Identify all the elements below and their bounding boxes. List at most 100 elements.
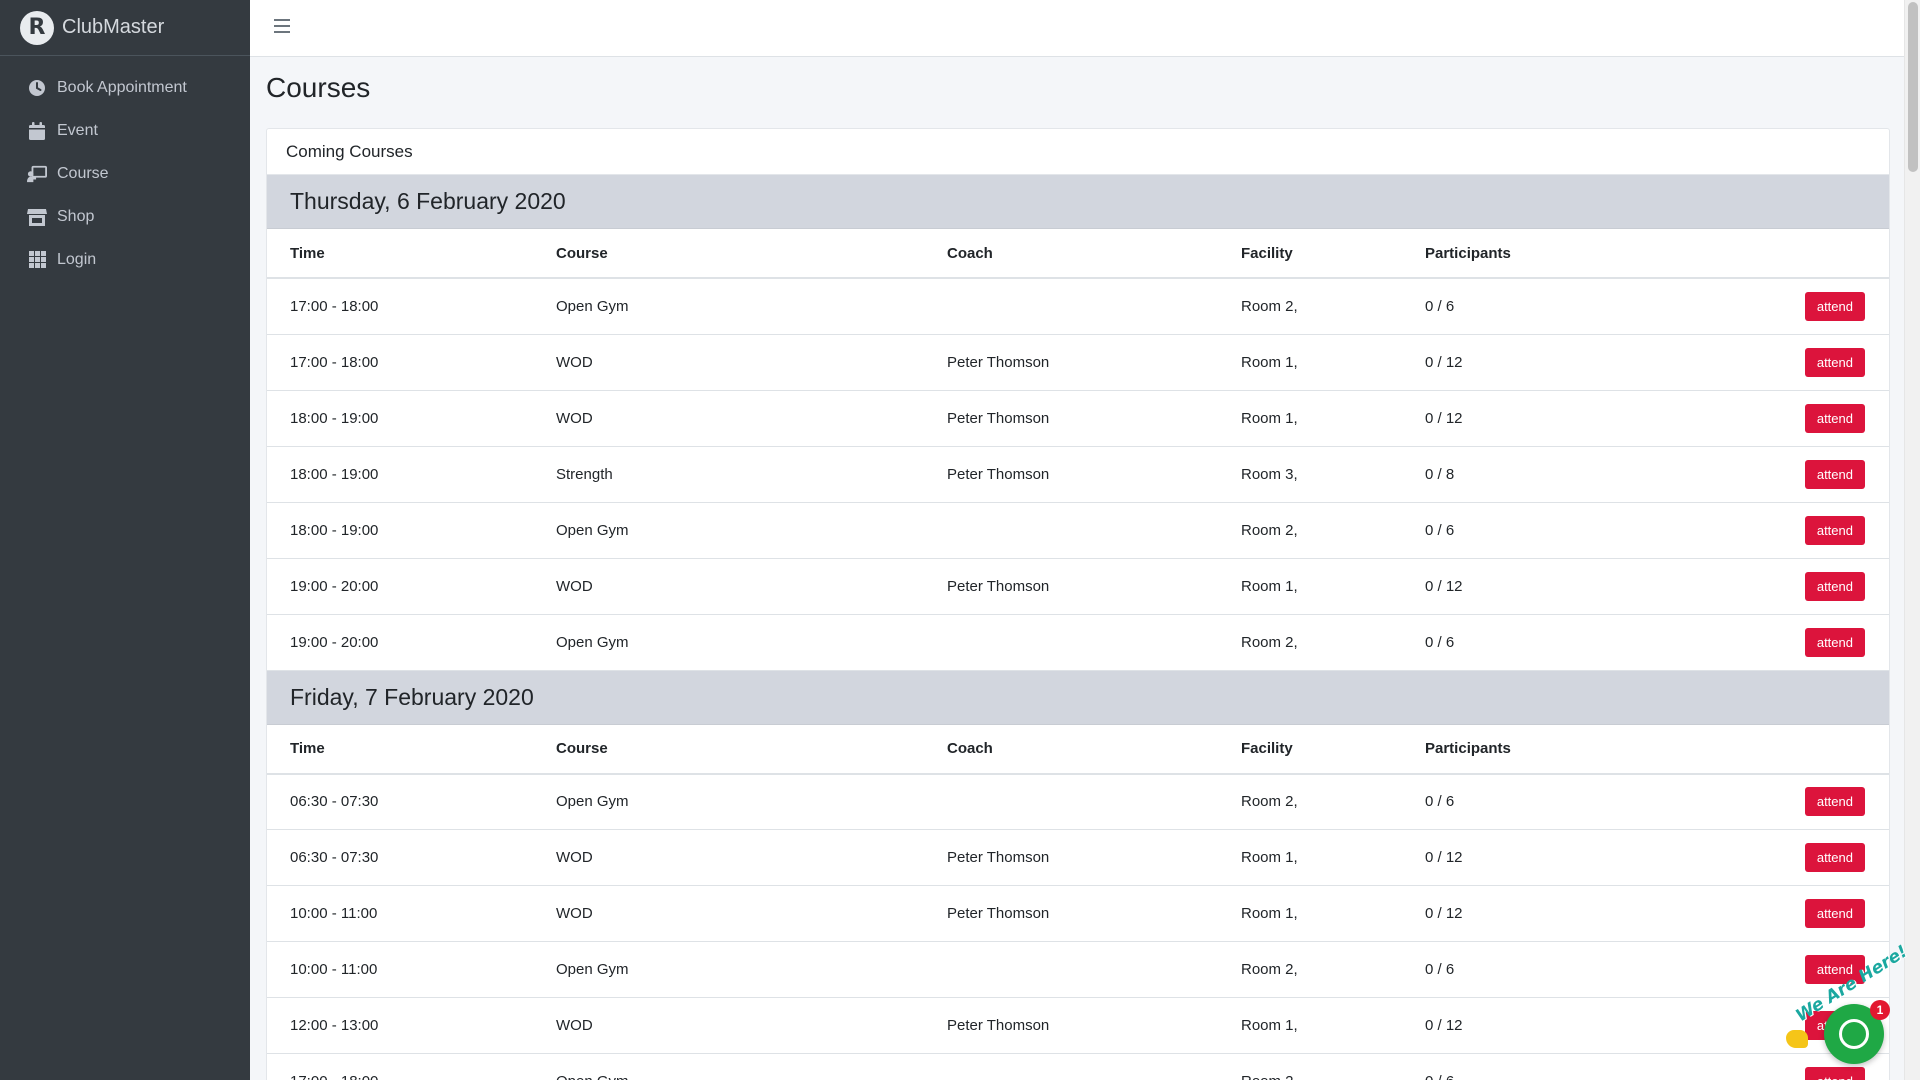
attend-button[interactable]: attend — [1804, 843, 1865, 872]
day-header: Thursday, 6 February 2020 — [267, 175, 1889, 229]
cell-facility: Room 2, — [1241, 1053, 1425, 1080]
table-row: 12:00 - 13:00 WOD Peter Thomson Room 1, 0 / … — [267, 997, 1889, 1054]
sidebar-item-book-appointment[interactable]: Book Appointment — [0, 66, 250, 109]
attend-button[interactable]: attend — [1804, 627, 1865, 657]
column-header-time: Time — [267, 724, 556, 775]
courses-table: Time Course Coach Facility Participants 17:00… — [267, 229, 1889, 671]
cell-facility: Room 3, — [1241, 446, 1425, 503]
store-icon — [27, 207, 47, 227]
cell-participants: 0 / 8 — [1425, 446, 1765, 503]
cell-course: WOD — [556, 334, 947, 391]
table-row: 17:00 - 18:00 WOD Peter Thomson Room 1, 0 / … — [267, 334, 1889, 391]
cell-action: attend — [1765, 446, 1889, 503]
cell-coach: Peter Thomson — [947, 885, 1241, 942]
sidebar-item-course[interactable]: Course — [0, 152, 250, 195]
cell-course: WOD — [556, 829, 947, 886]
page-scrollbar[interactable] — [1904, 0, 1920, 1080]
cell-course: Open Gym — [556, 1053, 947, 1080]
cell-course: WOD — [556, 885, 947, 942]
column-header-facility: Facility — [1241, 229, 1425, 279]
table-row: 19:00 - 20:00 Open Gym Room 2, 0 / 6 attend — [267, 614, 1889, 671]
cell-participants: 0 / 6 — [1425, 278, 1765, 335]
sidebar-item-label: Login — [57, 250, 97, 268]
attend-button[interactable]: attend — [1804, 1067, 1865, 1080]
cell-course: WOD — [556, 390, 947, 447]
cell-participants: 0 / 6 — [1425, 941, 1765, 998]
cell-time: 17:00 - 18:00 — [267, 334, 556, 391]
column-header-coach: Coach — [947, 724, 1241, 775]
cell-participants: 0 / 12 — [1425, 390, 1765, 447]
cell-participants: 0 / 12 — [1425, 334, 1765, 391]
cell-course: WOD — [556, 997, 947, 1054]
column-header-time: Time — [267, 229, 556, 279]
sidebar-item-event[interactable]: Event — [0, 109, 250, 152]
table-row: 06:30 - 07:30 WOD Peter Thomson Room 1, 0 / … — [267, 829, 1889, 886]
top-navbar — [250, 0, 1904, 57]
cell-time: 10:00 - 11:00 — [267, 885, 556, 942]
column-header-course: Course — [556, 724, 947, 775]
column-header-action — [1765, 724, 1889, 775]
table-header-row: Time Course Coach Facility Participants — [267, 229, 1889, 279]
cell-participants: 0 / 6 — [1425, 773, 1765, 830]
cell-facility: Room 1, — [1241, 334, 1425, 391]
chat-widget[interactable]: We Are Here! 1 — [1778, 942, 1911, 1068]
attend-button[interactable]: attend — [1804, 787, 1865, 817]
cell-course: Open Gym — [556, 502, 947, 559]
cell-course: Open Gym — [556, 278, 947, 335]
cell-course: Open Gym — [556, 614, 947, 671]
cell-action: attend — [1765, 885, 1889, 942]
table-row: 17:00 - 18:00Open Gym Room 2,0 / 6 attend — [267, 278, 1889, 335]
attend-button[interactable]: attend — [1804, 515, 1865, 545]
cell-facility: Room 2, — [1241, 773, 1425, 830]
cell-coach: Peter Thomson — [947, 997, 1241, 1054]
table-row: 18:00 - 19:00 WOD Peter Thomson Room 1, 0 / … — [267, 390, 1889, 447]
cell-coach: Peter Thomson — [947, 334, 1241, 391]
brand-name: ClubMaster — [62, 16, 165, 38]
cell-course: Open Gym — [556, 773, 947, 830]
attend-button[interactable]: attend — [1804, 403, 1865, 433]
table-row: 10:00 - 11:00 WOD Peter Thomson Room 1, 0 / … — [267, 885, 1889, 942]
cell-course: Open Gym — [556, 941, 947, 998]
attend-button[interactable]: attend — [1804, 347, 1865, 377]
table-row: 17:00 - 18:00Open Gym Room 2,0 / 6 attend — [267, 1053, 1889, 1080]
cell-time: 19:00 - 20:00 — [267, 558, 556, 615]
cell-participants: 0 / 12 — [1425, 558, 1765, 615]
clock-icon — [27, 78, 47, 98]
sidebar-item-login[interactable]: Login — [0, 238, 250, 281]
courses-table: Time Course Coach Facility Participants 06:30… — [267, 724, 1889, 1080]
sidebar-item-label: Book Appointment — [57, 78, 187, 96]
column-header-facility: Facility — [1241, 724, 1425, 775]
attend-button[interactable]: attend — [1804, 459, 1865, 489]
table-header-row: Time Course Coach Facility Participants — [267, 724, 1889, 775]
cell-facility: Room 1, — [1241, 390, 1425, 447]
cell-action: attend — [1765, 390, 1889, 447]
scrollbar-thumb[interactable] — [1908, 2, 1918, 172]
cell-action: attend — [1765, 334, 1889, 391]
sidebar-item-shop[interactable]: Shop — [0, 195, 250, 238]
cell-coach — [947, 1053, 1241, 1080]
cell-participants: 0 / 6 — [1425, 614, 1765, 671]
attend-button[interactable]: attend — [1804, 291, 1865, 321]
cell-time: 18:00 - 19:00 — [267, 502, 556, 559]
column-header-action — [1765, 229, 1889, 279]
days-container: Thursday, 6 February 2020 Time Course Coach… — [267, 175, 1889, 1080]
sidebar-item-label: Shop — [57, 207, 95, 225]
attend-button[interactable]: attend — [1804, 571, 1865, 601]
cell-participants: 0 / 12 — [1425, 829, 1765, 886]
cell-action: attend — [1765, 278, 1889, 335]
cell-coach — [947, 773, 1241, 830]
cell-participants: 0 / 12 — [1425, 885, 1765, 942]
cell-time: 06:30 - 07:30 — [267, 829, 556, 886]
brand-link[interactable]: R ClubMaster — [0, 0, 250, 56]
cell-time: 18:00 - 19:00 — [267, 390, 556, 447]
attend-button[interactable]: attend — [1804, 899, 1865, 928]
hamburger-menu-icon[interactable] — [274, 19, 290, 37]
sidebar-nav: Book Appointment Event Course Shop Login — [0, 66, 250, 281]
table-row: 19:00 - 20:00 WOD Peter Thomson Room 1, 0 / … — [267, 558, 1889, 615]
coming-courses-card: Coming Courses Thursday, 6 February 2020… — [266, 128, 1890, 1080]
chat-bubble-icon — [1839, 1019, 1869, 1049]
cell-time: 18:00 - 19:00 — [267, 446, 556, 503]
chat-notification-badge: 1 — [1870, 1000, 1890, 1020]
table-row: 06:30 - 07:30 Open Gym Room 2, 0 / 6 attend — [267, 773, 1889, 830]
cell-facility: Room 1, — [1241, 829, 1425, 886]
